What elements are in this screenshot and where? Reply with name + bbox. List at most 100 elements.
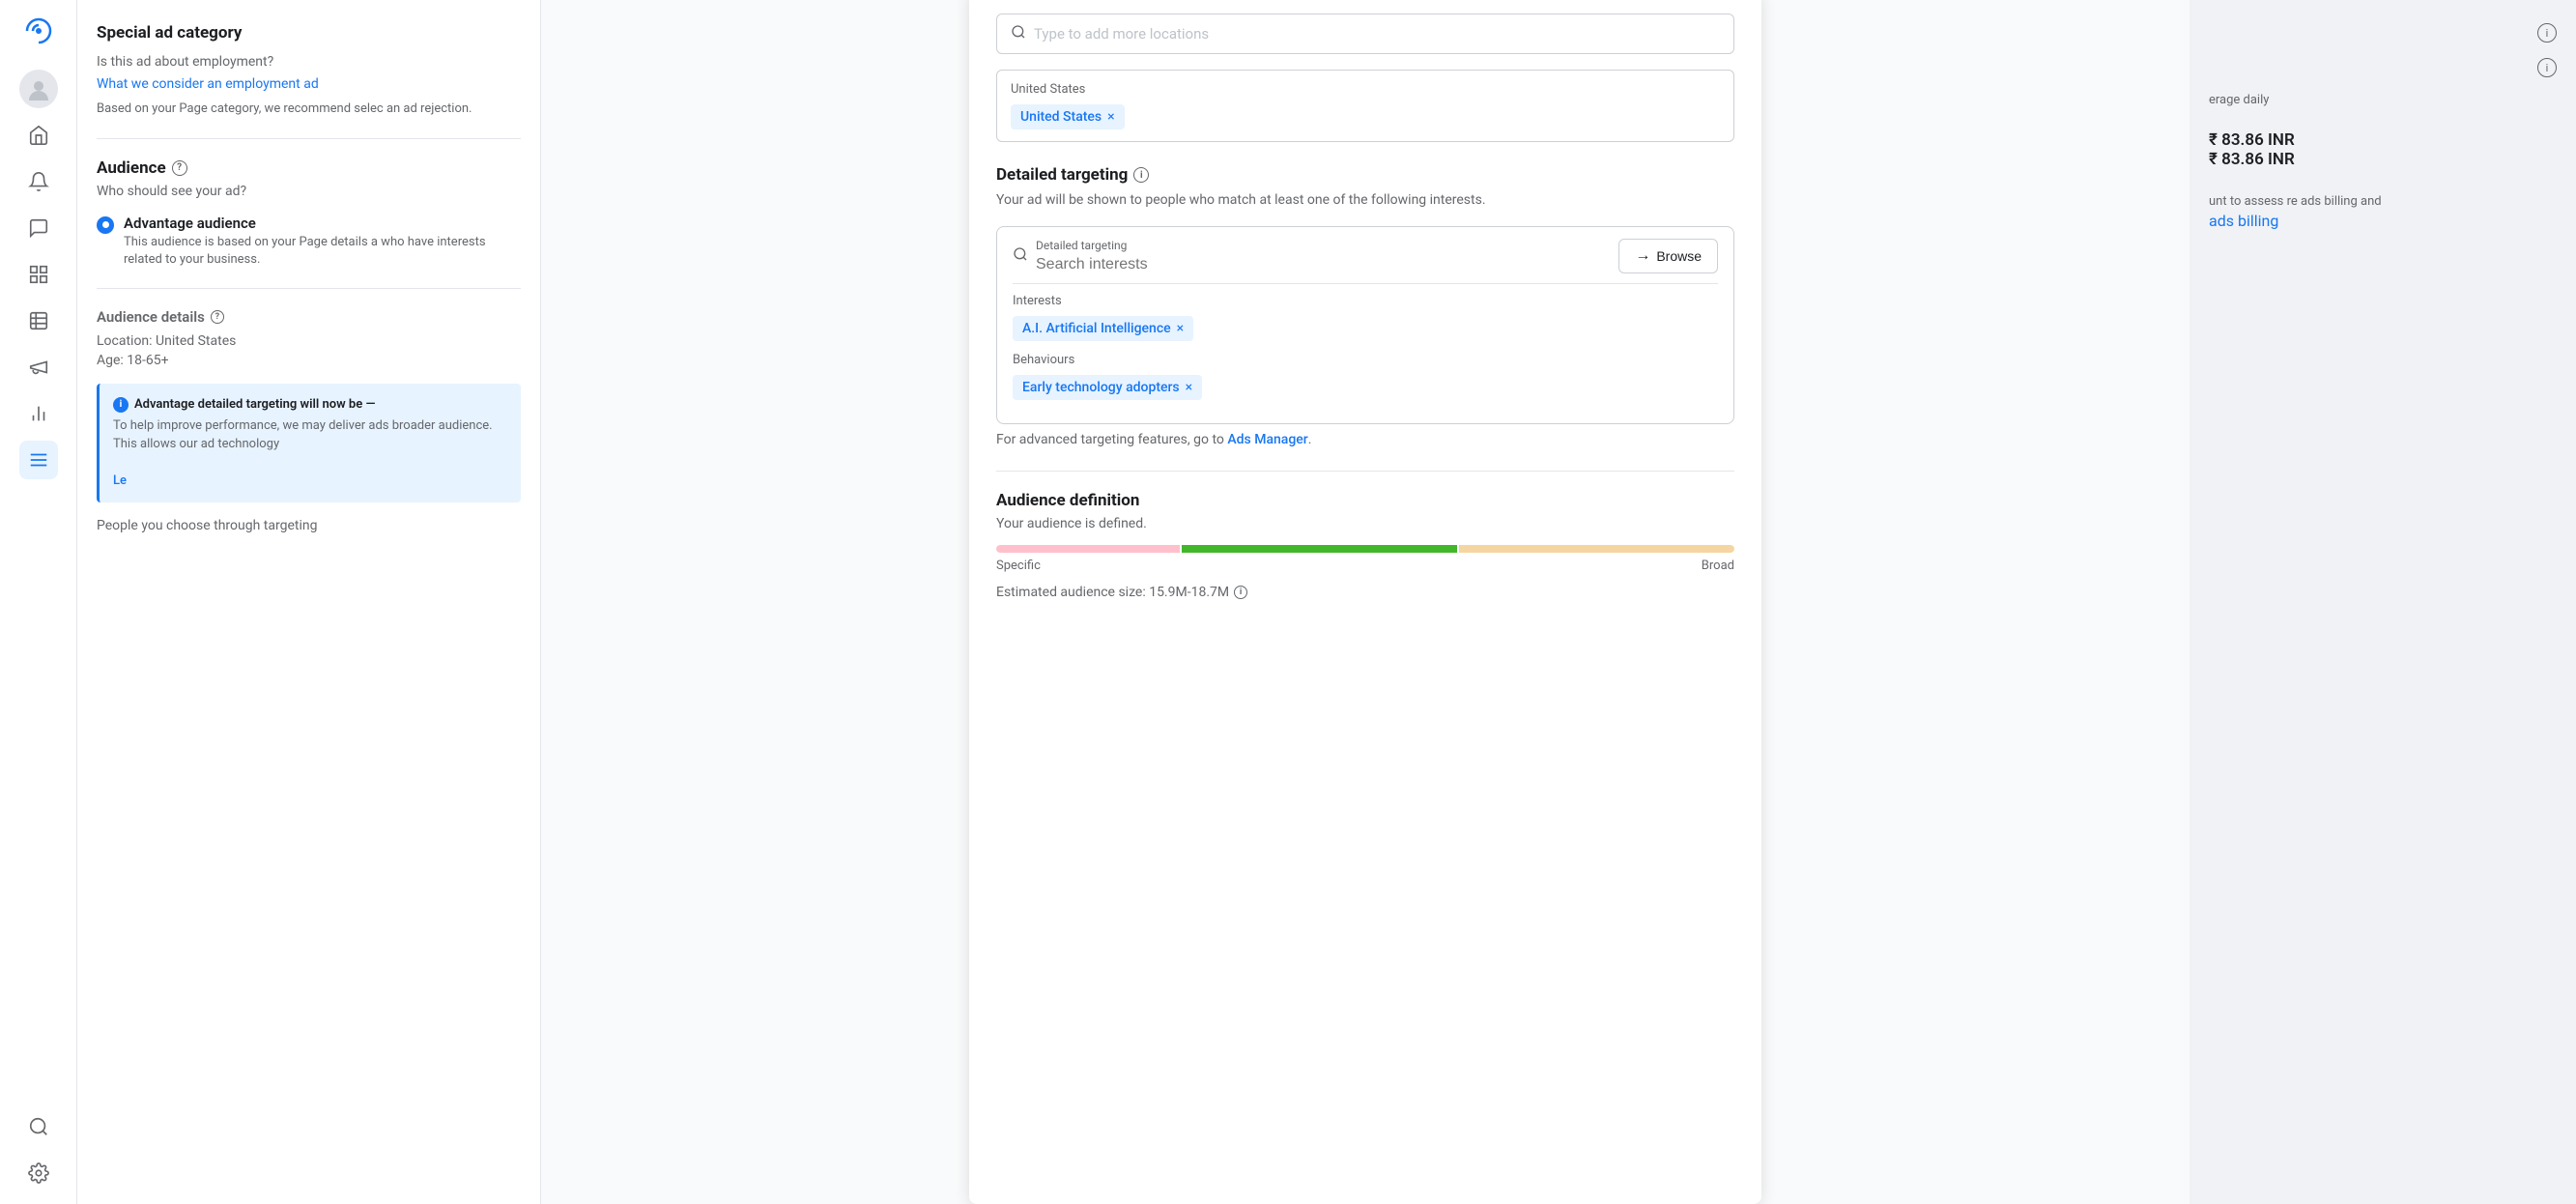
interests-label: Interests xyxy=(1013,294,1718,308)
browse-label: Browse xyxy=(1656,248,1702,264)
search-icon xyxy=(1013,246,1028,266)
section-divider-targeting xyxy=(996,471,1734,472)
detailed-targeting-desc: Your ad will be shown to people who matc… xyxy=(996,190,1734,211)
section-divider-1 xyxy=(97,138,521,139)
advantage-desc: This audience is based on your Page deta… xyxy=(124,234,521,269)
interests-tags-row: A.I. Artificial Intelligence × xyxy=(1013,316,1718,341)
ads-manager-link[interactable]: Ads Manager xyxy=(1227,432,1307,447)
section-divider-2 xyxy=(97,288,521,289)
audience-bar: Specific Broad xyxy=(996,545,1734,573)
radio-dot-inner xyxy=(102,221,109,228)
right-info-icon-2[interactable]: i xyxy=(2537,58,2557,77)
user-avatar[interactable] xyxy=(19,70,58,108)
learn-more-link[interactable]: Le xyxy=(113,473,127,488)
search-field-group: Detailed targeting xyxy=(1036,239,1422,273)
right-max-amount: ₹ 83.86 INR xyxy=(2209,150,2557,169)
info-icon: i xyxy=(113,397,129,413)
age-detail: Age: 18-65+ xyxy=(97,353,521,368)
people-targeting: People you choose through targeting xyxy=(97,518,521,533)
behaviour-tag-text: Early technology adopters xyxy=(1022,380,1180,395)
browse-arrow-icon: → xyxy=(1635,247,1650,265)
employment-link[interactable]: What we consider an employment ad xyxy=(97,76,319,92)
sidebar-icon-notifications[interactable] xyxy=(19,162,58,201)
sidebar-icon-menu[interactable] xyxy=(19,441,58,479)
audience-bar-track xyxy=(996,545,1734,553)
interest-tag-ai-text: A.I. Artificial Intelligence xyxy=(1022,321,1171,336)
sidebar-icon-table[interactable] xyxy=(19,301,58,340)
targeting-search-box: Detailed targeting → Browse Interests A.… xyxy=(996,226,1734,424)
audience-title: Audience xyxy=(97,158,166,178)
detailed-targeting-heading: Detailed targeting i xyxy=(996,165,1734,185)
advanced-targeting-text: For advanced targeting features, go to A… xyxy=(996,432,1734,447)
audience-question: Who should see your ad? xyxy=(97,184,521,199)
location-detail: Location: United States xyxy=(97,333,521,349)
right-notice: unt to assess re ads billing and ads bil… xyxy=(2209,192,2557,230)
radio-dot-advantage xyxy=(97,216,114,234)
sidebar-icon-ads[interactable] xyxy=(19,348,58,387)
behaviours-tags-row: Early technology adopters × xyxy=(1013,375,1718,400)
employment-question: Is this ad about employment? xyxy=(97,54,521,70)
advantage-audience-option[interactable]: Advantage audience This audience is base… xyxy=(97,215,521,269)
sidebar-icon-messages[interactable] xyxy=(19,209,58,247)
interest-tag-ai-remove[interactable]: × xyxy=(1177,321,1184,336)
search-input[interactable] xyxy=(1036,256,1422,273)
location-type-icon xyxy=(1011,24,1026,43)
info-box-title: i Advantage detailed targeting will now … xyxy=(113,395,507,415)
audience-header: Audience ? xyxy=(97,158,521,178)
sidebar-icon-settings[interactable] xyxy=(19,1154,58,1192)
behaviour-tag-remove[interactable]: × xyxy=(1186,380,1192,395)
location-search-bar[interactable]: Type to add more locations xyxy=(996,14,1734,54)
browse-button[interactable]: → Browse xyxy=(1618,239,1718,273)
sidebar-icon-home[interactable] xyxy=(19,116,58,155)
search-label: Detailed targeting xyxy=(1036,239,1422,252)
advantage-audience-text: Advantage audience This audience is base… xyxy=(124,215,521,269)
bar-label-broad: Broad xyxy=(1702,559,1734,573)
search-input-row: Detailed targeting xyxy=(1013,239,1618,273)
location-tag-text: United States xyxy=(1020,109,1102,125)
estimated-size-text: Estimated audience size: 15.9M-18.7M xyxy=(996,585,1229,600)
advantage-label: Advantage audience xyxy=(124,215,521,232)
right-avg-daily: i erage daily xyxy=(2209,58,2557,107)
location-tag-area: United States United States × xyxy=(996,70,1734,142)
right-avg-daily-label: erage daily xyxy=(2209,93,2557,107)
detailed-targeting-info-icon: i xyxy=(1133,167,1149,183)
location-label: United States xyxy=(1011,82,1720,97)
info-box-desc: To help improve performance, we may deli… xyxy=(113,417,507,452)
left-panel: Special ad category Is this ad about emp… xyxy=(77,0,541,1204)
audience-definition-desc: Your audience is defined. xyxy=(996,516,1734,531)
audience-details-info-icon: ? xyxy=(211,310,224,324)
behaviour-tag-early-adopters[interactable]: Early technology adopters × xyxy=(1013,375,1202,400)
modal-card: Type to add more locations United States… xyxy=(969,0,1761,1204)
advantage-info-box: i Advantage detailed targeting will now … xyxy=(97,384,521,502)
sidebar-icon-analytics[interactable] xyxy=(19,394,58,433)
estimated-size-info-icon: i xyxy=(1234,586,1247,599)
location-tag-remove[interactable]: × xyxy=(1107,109,1114,125)
audience-info-icon: ? xyxy=(172,160,187,176)
audience-details-header: Audience details ? xyxy=(97,308,521,326)
right-notice-text: unt to assess re ads billing and xyxy=(2209,192,2557,212)
sidebar xyxy=(0,0,77,1204)
estimated-audience-size: Estimated audience size: 15.9M-18.7M i xyxy=(996,585,1734,600)
modal-overlay: Type to add more locations United States… xyxy=(541,0,2190,1204)
sidebar-icon-search[interactable] xyxy=(19,1107,58,1146)
location-placeholder: Type to add more locations xyxy=(1034,25,1209,43)
meta-logo xyxy=(19,12,58,54)
advanced-text-prefix: For advanced targeting features, go to xyxy=(996,432,1224,447)
right-info-icon[interactable]: i xyxy=(2537,23,2557,43)
right-panel: i i erage daily ₹ 83.86 INR ₹ 83.86 INR … xyxy=(2190,0,2576,1204)
bar-segment-defined xyxy=(1182,545,1457,553)
detailed-targeting-title: Detailed targeting xyxy=(996,165,1128,185)
recommendation-text: Based on your Page category, we recommen… xyxy=(97,100,521,119)
bar-labels: Specific Broad xyxy=(996,559,1734,573)
bar-label-specific: Specific xyxy=(996,559,1041,573)
main-content: Type to add more locations United States… xyxy=(541,0,2190,1204)
sidebar-icon-pages[interactable] xyxy=(19,255,58,294)
targeting-search-top: Detailed targeting → Browse xyxy=(1013,239,1718,273)
audience-details-title: Audience details xyxy=(97,308,205,326)
interest-tag-ai[interactable]: A.I. Artificial Intelligence × xyxy=(1013,316,1193,341)
location-tag[interactable]: United States × xyxy=(1011,104,1125,129)
right-min-amount: ₹ 83.86 INR xyxy=(2209,130,2557,150)
special-ad-title: Special ad category xyxy=(97,23,521,43)
audience-definition-title: Audience definition xyxy=(996,491,1734,510)
right-billing-link[interactable]: ads billing xyxy=(2209,212,2278,230)
